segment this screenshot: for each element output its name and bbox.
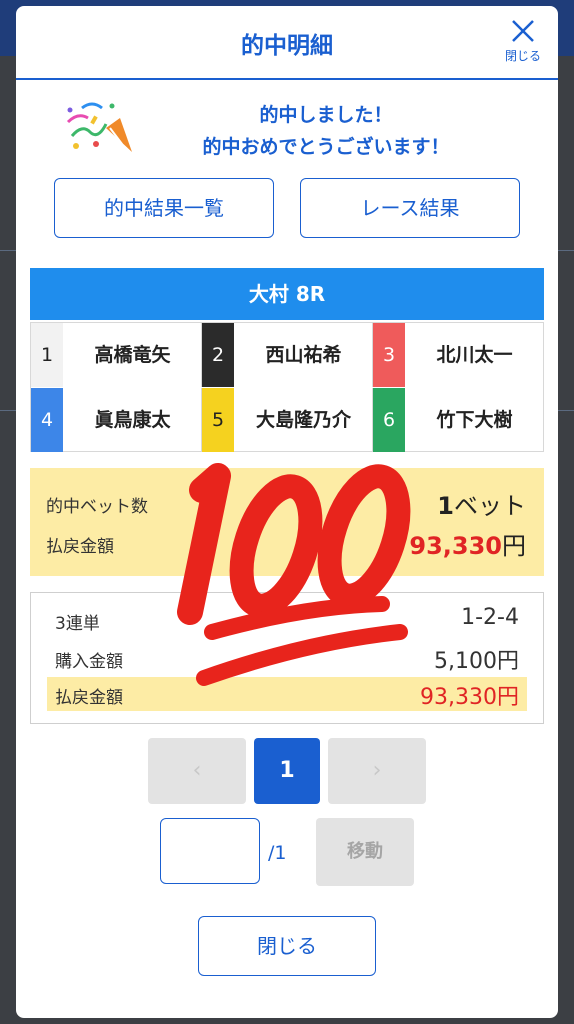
modal-header: 的中明細 閉じる bbox=[16, 6, 558, 80]
racer-number: 1 bbox=[31, 323, 63, 387]
hit-bets-count: 1 bbox=[437, 492, 454, 520]
hundred-points-icon bbox=[177, 463, 411, 686]
race-results-button[interactable]: レース結果 bbox=[300, 178, 520, 238]
racer-name: 北川太一 bbox=[436, 344, 513, 366]
close-button[interactable]: 閉じる bbox=[198, 916, 376, 976]
racer-name: 西山祐希 bbox=[265, 344, 342, 366]
racer-number: 6 bbox=[373, 388, 405, 452]
racer-name: 高橋竜矢 bbox=[94, 344, 171, 366]
racer-cell: 4 眞鳥康太 bbox=[31, 388, 202, 452]
prev-page-button[interactable]: ‹ bbox=[148, 738, 246, 804]
congrats-line-1: 的中しました！ bbox=[259, 104, 393, 126]
racer-cell: 6 竹下大樹 bbox=[373, 388, 544, 452]
purchase-amount-value: 5,100円 bbox=[434, 649, 519, 674]
congrats-message: 的中しました！ 的中おめでとうございます！ bbox=[56, 94, 516, 164]
racer-grid: 1 高橋竜矢 2 西山祐希 3 北川太一 4 眞鳥康太 5 大島隆乃介 6 竹下… bbox=[30, 322, 544, 452]
racer-name: 竹下大樹 bbox=[436, 409, 513, 431]
hit-bets-unit: ベット bbox=[454, 492, 526, 520]
next-page-button[interactable]: › bbox=[328, 738, 426, 804]
party-popper-icon bbox=[66, 102, 132, 152]
results-list-button[interactable]: 的中結果一覧 bbox=[54, 178, 274, 238]
bet-type-label: 3連単 bbox=[55, 614, 100, 634]
current-page-button[interactable]: 1 bbox=[254, 738, 320, 804]
racer-number: 4 bbox=[31, 388, 63, 452]
payout-amount-label: 払戻金額 bbox=[46, 537, 114, 557]
congrats-line-2: 的中おめでとうございます！ bbox=[202, 136, 450, 158]
hit-details-modal: 的中明細 閉じる 的中しました！ 的中おめでとうございます！ 的中結果一覧 レー… bbox=[16, 6, 558, 1018]
racer-number: 3 bbox=[373, 323, 405, 387]
racer-name: 眞鳥康太 bbox=[94, 409, 171, 431]
payout-amount-unit: 円 bbox=[502, 532, 526, 560]
racer-cell: 3 北川太一 bbox=[373, 323, 544, 387]
racer-number: 5 bbox=[202, 388, 234, 452]
hit-bets-value: 1ベット bbox=[437, 486, 526, 521]
modal-title: 的中明細 bbox=[241, 33, 333, 59]
close-icon-label: 閉じる bbox=[504, 49, 541, 63]
page-number-input[interactable] bbox=[160, 818, 260, 884]
bet-type-value: 1-2-4 bbox=[461, 605, 519, 630]
hit-bets-label: 的中ベット数 bbox=[46, 497, 148, 517]
move-button[interactable]: 移動 bbox=[316, 818, 414, 886]
close-icon bbox=[512, 20, 534, 42]
page-total: /1 bbox=[268, 842, 287, 864]
race-title: 大村 8R bbox=[30, 268, 544, 320]
detail-payout-value: 93,330円 bbox=[420, 685, 519, 710]
close-icon-button[interactable]: 閉じる bbox=[500, 12, 546, 70]
purchase-amount-label: 購入金額 bbox=[55, 652, 123, 672]
racer-cell: 1 高橋竜矢 bbox=[31, 323, 202, 387]
payout-amount-value: 93,330円 bbox=[409, 526, 526, 561]
racer-cell: 5 大島隆乃介 bbox=[202, 388, 373, 452]
racer-name: 大島隆乃介 bbox=[255, 409, 351, 431]
detail-payout-label: 払戻金額 bbox=[55, 688, 123, 708]
racer-number: 2 bbox=[202, 323, 234, 387]
racer-cell: 2 西山祐希 bbox=[202, 323, 373, 387]
